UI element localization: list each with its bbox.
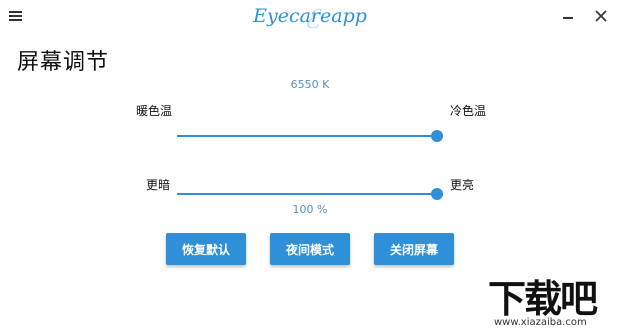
reset-default-button[interactable]: 恢复默认 [166, 233, 246, 265]
color-temperature-value: 6550 K [290, 78, 330, 91]
brighter-label: 更亮 [450, 178, 475, 192]
night-mode-button[interactable]: 夜间模式 [270, 233, 350, 265]
slider-fill [177, 193, 437, 195]
slider-fill [177, 135, 437, 137]
hamburger-menu-icon[interactable] [8, 9, 24, 23]
app-logo: ℰ Eyecareapp [250, 2, 370, 34]
watermark-logo: 下载吧 [488, 277, 598, 321]
slider-thumb[interactable] [431, 188, 443, 200]
watermark-url: www.xiazaiba.com [494, 317, 587, 328]
minimize-icon[interactable] [561, 10, 577, 24]
warm-temperature-label: 暖色温 [136, 104, 173, 118]
brightness-slider[interactable] [177, 186, 443, 202]
darker-label: 更暗 [146, 178, 171, 192]
watermark: 下载吧 www.xiazaiba.com [484, 268, 620, 330]
slider-thumb[interactable] [431, 130, 443, 142]
title-bar: ℰ Eyecareapp [0, 0, 620, 34]
close-icon[interactable] [593, 8, 609, 24]
cool-temperature-label: 冷色温 [450, 104, 487, 118]
brightness-value: 100 % [292, 203, 328, 216]
color-temperature-slider[interactable] [177, 128, 443, 144]
app-logo-text: Eyecareapp [253, 5, 367, 27]
screen-off-button[interactable]: 关闭屏幕 [374, 233, 454, 265]
page-title: 屏幕调节 [17, 50, 110, 75]
